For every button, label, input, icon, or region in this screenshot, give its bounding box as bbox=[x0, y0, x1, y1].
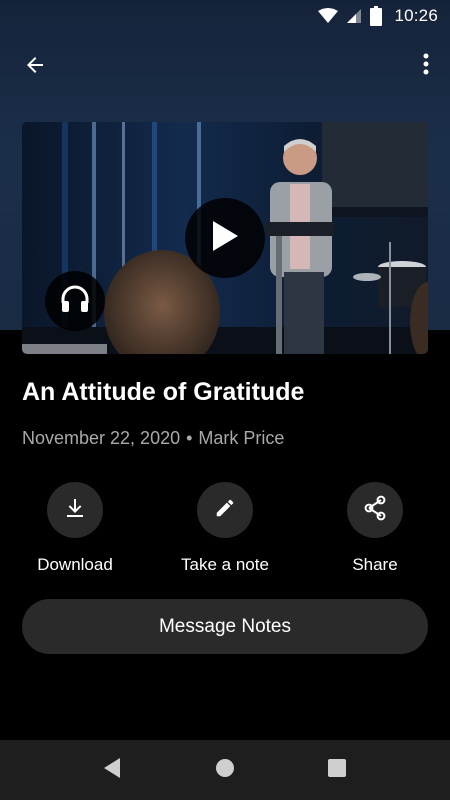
download-circle[interactable] bbox=[47, 482, 103, 538]
take-note-label: Take a note bbox=[181, 555, 269, 574]
sermon-meta: November 22, 2020 • Mark Price bbox=[22, 428, 284, 449]
nav-back-icon bbox=[102, 757, 122, 784]
battery-icon bbox=[370, 6, 383, 26]
back-button[interactable] bbox=[18, 50, 52, 84]
sermon-title: An Attitude of Gratitude bbox=[22, 378, 305, 406]
listen-audio-button[interactable] bbox=[45, 271, 105, 331]
pencil-icon bbox=[214, 497, 236, 524]
cell-signal-icon bbox=[346, 8, 362, 24]
share-button[interactable]: Share bbox=[310, 482, 440, 575]
sermon-date: November 22, 2020 bbox=[22, 428, 181, 448]
nav-back-button[interactable] bbox=[100, 757, 124, 784]
more-vertical-icon bbox=[423, 53, 429, 80]
nav-recent-icon bbox=[327, 758, 347, 783]
meta-separator: • bbox=[186, 428, 193, 448]
take-note-circle[interactable] bbox=[197, 482, 253, 538]
sermon-detail-screen: 10:26 An Attitude of Gratitude November … bbox=[0, 0, 450, 800]
share-label: Share bbox=[352, 555, 398, 574]
wifi-icon bbox=[318, 8, 339, 24]
arrow-left-icon bbox=[23, 53, 47, 82]
nav-recent-button[interactable] bbox=[325, 758, 349, 782]
status-time: 10:26 bbox=[394, 6, 438, 25]
message-notes-button[interactable]: Message Notes bbox=[22, 599, 428, 654]
nav-home-icon bbox=[215, 758, 235, 783]
share-circle[interactable] bbox=[347, 482, 403, 538]
share-icon bbox=[362, 495, 388, 526]
sermon-speaker: Mark Price bbox=[198, 428, 285, 448]
system-navigation-bar bbox=[0, 740, 450, 800]
sermon-video-thumbnail[interactable] bbox=[22, 122, 428, 354]
take-note-button[interactable]: Take a note bbox=[160, 482, 290, 575]
play-icon bbox=[210, 219, 240, 258]
download-label: Download bbox=[37, 555, 113, 574]
play-button[interactable] bbox=[185, 198, 265, 278]
status-bar: 10:26 bbox=[0, 0, 450, 32]
download-icon bbox=[63, 496, 87, 525]
download-button[interactable]: Download bbox=[10, 482, 140, 575]
more-options-button[interactable] bbox=[414, 48, 438, 84]
nav-home-button[interactable] bbox=[213, 758, 237, 782]
headphones-icon bbox=[60, 285, 90, 318]
